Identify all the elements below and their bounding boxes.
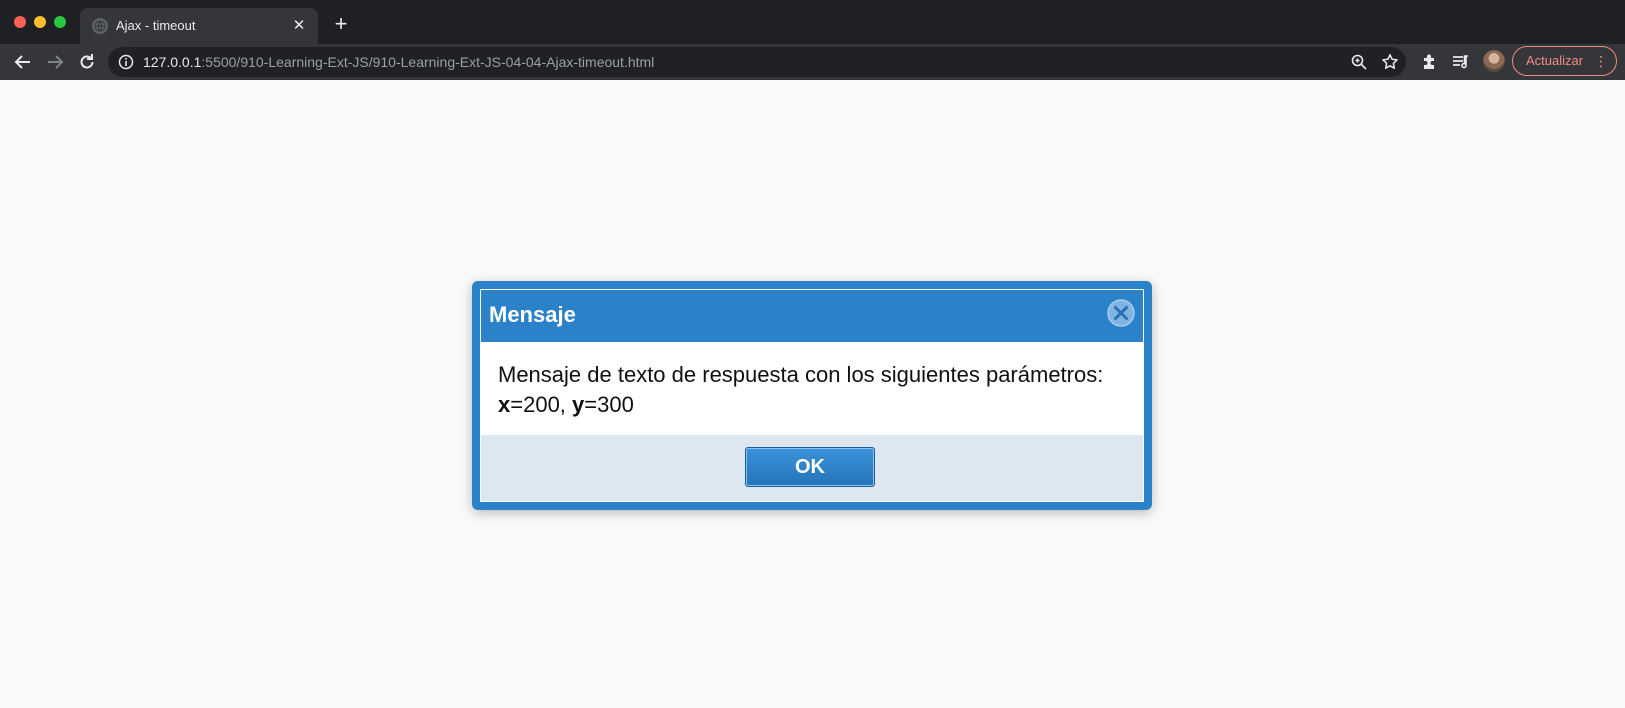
y-param-value: =300	[584, 392, 634, 417]
dialog-message: Mensaje de texto de respuesta con los si…	[481, 342, 1143, 435]
minimize-window-button[interactable]	[34, 16, 46, 28]
message-dialog: Mensaje Mensaje de texto de respuesta co…	[472, 281, 1152, 510]
dialog-title: Mensaje	[489, 302, 576, 327]
reload-icon[interactable]	[74, 49, 100, 75]
site-info-icon[interactable]	[118, 54, 134, 70]
dialog-frame: Mensaje Mensaje de texto de respuesta co…	[480, 289, 1144, 502]
more-menu-icon[interactable]: ⋮	[1594, 47, 1608, 75]
star-icon[interactable]	[1381, 53, 1399, 71]
close-window-button[interactable]	[14, 16, 26, 28]
zoom-icon[interactable]	[1350, 53, 1368, 71]
update-button[interactable]: Actualizar ⋮	[1512, 46, 1617, 76]
forward-arrow-icon[interactable]	[42, 49, 68, 75]
ok-button[interactable]: OK	[745, 447, 875, 487]
browser-toolbar: 127.0.0.1:5500/910-Learning-Ext-JS/910-L…	[0, 44, 1625, 80]
close-tab-icon[interactable]: ✕	[290, 17, 308, 35]
url-path: :5500/910-Learning-Ext-JS/910-Learning-E…	[201, 54, 655, 70]
browser-tab-bar: Ajax - timeout ✕ +	[0, 0, 1625, 44]
extensions-icon[interactable]	[1420, 52, 1440, 72]
back-arrow-icon[interactable]	[10, 49, 36, 75]
dialog-header: Mensaje	[481, 290, 1143, 342]
browser-tab[interactable]: Ajax - timeout ✕	[80, 8, 318, 44]
maximize-window-button[interactable]	[54, 16, 66, 28]
dialog-footer: OK	[481, 435, 1143, 501]
address-bar[interactable]: 127.0.0.1:5500/910-Learning-Ext-JS/910-L…	[108, 47, 1406, 77]
tab-title: Ajax - timeout	[116, 18, 196, 33]
update-button-label: Actualizar	[1526, 53, 1584, 68]
x-param-value: =200,	[510, 392, 573, 417]
new-tab-button[interactable]: +	[330, 13, 352, 35]
url-text[interactable]: 127.0.0.1:5500/910-Learning-Ext-JS/910-L…	[143, 54, 654, 70]
globe-icon	[92, 18, 108, 34]
avatar[interactable]	[1483, 50, 1505, 72]
x-param-label: x	[498, 392, 511, 417]
reading-list-icon[interactable]	[1451, 52, 1471, 72]
url-host: 127.0.0.1	[143, 54, 202, 70]
y-param-label: y	[572, 392, 585, 417]
message-text: Mensaje de texto de respuesta con los si…	[498, 362, 1104, 387]
close-icon[interactable]	[1107, 299, 1135, 327]
